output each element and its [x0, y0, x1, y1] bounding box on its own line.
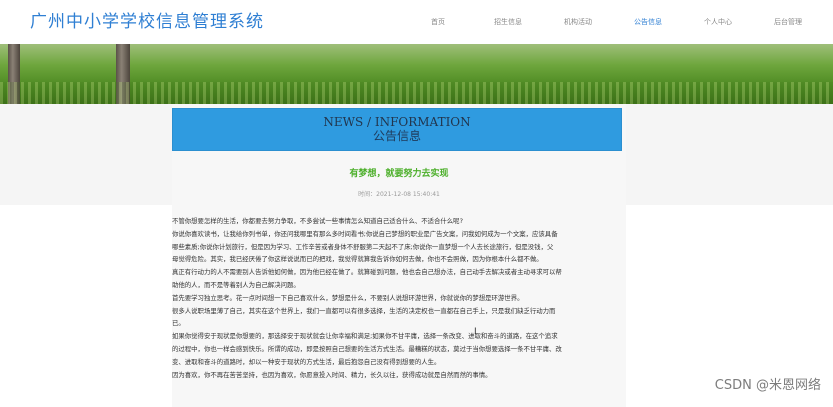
article-line: 因为喜欢，你不再在苦苦坚持，也因为喜欢，你愿意投入时间、精力，长久以往，获得成功… — [172, 370, 492, 379]
article-body: 不管你想要怎样的生活，你都要去努力争取，不多尝试一些事情怎么知道自己适合什么、不… — [172, 215, 626, 381]
section-heading-cn: 公告信息 — [372, 129, 421, 143]
grass-graphic — [0, 82, 833, 104]
article-line: 不管你想要怎样的生活，你都要去努力争取，不多尝试一些事情怎么知道自己适合什么、不… — [172, 217, 463, 225]
article-title: 有梦想，就要努力去实现 — [349, 169, 449, 179]
nav-item-home[interactable]: 首页 — [403, 17, 473, 27]
article-line: 变、进取和奋斗的道路时，却以一种安于现状的方式生活，最后抱怨自己没有得到想要的人… — [172, 357, 441, 366]
nav-item-admissions[interactable]: 招生信息 — [473, 17, 543, 27]
nav-item-activities[interactable]: 机构活动 — [543, 17, 613, 27]
section-heading-en: NEWS / INFORMATION — [323, 115, 471, 129]
main-nav: 首页 招生信息 机构活动 公告信息 个人中心 后台管理 — [403, 0, 823, 44]
section-heading-box: NEWS / INFORMATION 公告信息 — [172, 108, 622, 151]
watermark: CSDN @米恩网络 — [714, 378, 821, 393]
article-line: 首先要学习独立思考。花一点时间想一下自己喜欢什么，梦想是什么，不要别人说想环游世… — [172, 293, 524, 302]
article-line: 你说你喜欢读书，让我给你列书单，你还问我哪里有那么多时间看书;你说自己梦想的职业… — [172, 229, 558, 238]
article-line: 哪些素质;你说你计划旅行，但是因为学习、工作辛苦或者身体不舒服第二天起不了床;你… — [172, 242, 554, 251]
page: 广州中小学学校信息管理系统 首页 招生信息 机构活动 公告信息 个人中心 后台管… — [0, 0, 833, 407]
article-line: 的过程中，你也一样会感到快乐。所谓的成功，即是按照自己想要的生活方式生活。最糟糕… — [172, 344, 562, 353]
site-title: 广州中小学学校信息管理系统 — [30, 12, 264, 32]
article-line: 助他的人，而不是等着别人为自己解决问题。 — [172, 280, 300, 289]
article-line: 如果你觉得安于现状是你想要的，那选择安于现状就会让你幸福和满足;如果你不甘平庸，… — [172, 332, 558, 341]
nav-item-admin[interactable]: 后台管理 — [753, 17, 823, 27]
article-line: 已。 — [172, 319, 185, 328]
banner-image — [0, 44, 833, 104]
header-bar: 广州中小学学校信息管理系统 首页 招生信息 机构活动 公告信息 个人中心 后台管… — [0, 0, 833, 45]
nav-item-personal-center[interactable]: 个人中心 — [683, 17, 753, 27]
article-line: 很多人说职场里薄了自己，其实在这个世界上，我们一直都可以有很多选择，生活的决定权… — [172, 306, 556, 315]
article-line: 真正有行动力的人不需要别人告诉他如何做，因为他已经在做了。就算碰到问题，他也会自… — [172, 268, 562, 277]
nav-item-announcements[interactable]: 公告信息 — [613, 17, 683, 27]
article-line: 母觉得危险。其实，我已经厌倦了你这样说说而已的把戏，我觉得就算我告诉你如何去做，… — [172, 255, 543, 264]
article-time: 时间：2021-12-08 15:40:41 — [358, 191, 440, 198]
text-cursor-icon: I — [474, 327, 477, 337]
